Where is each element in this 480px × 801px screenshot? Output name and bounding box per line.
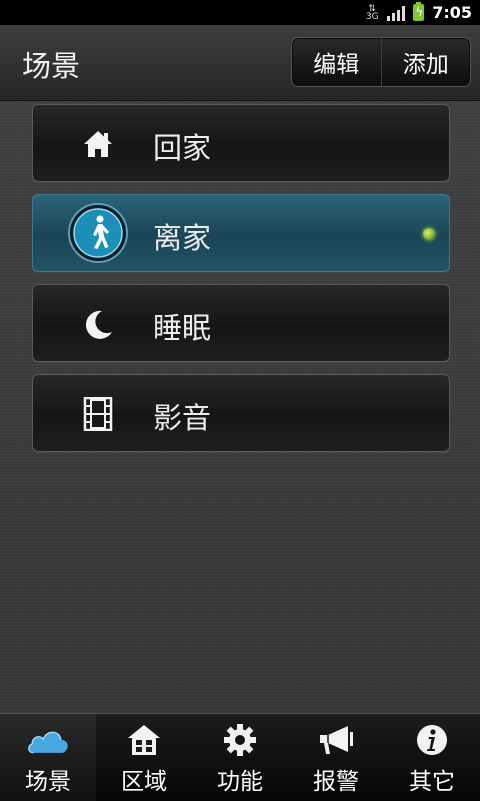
status-bar: ⇅ 3G ϟ 7:05 [0, 0, 480, 25]
header-button-group: 编辑 添加 [291, 37, 471, 87]
home-icon [81, 127, 115, 161]
house-icon [122, 722, 166, 758]
add-button[interactable]: 添加 [380, 38, 471, 86]
scene-item-away[interactable]: 离家 [32, 194, 450, 272]
network-type: 3G [365, 11, 379, 22]
scene-label: 回家 [153, 131, 212, 165]
walking-person-icon [67, 202, 129, 264]
tab-alarm[interactable]: 报警 [288, 714, 384, 801]
scene-item-media[interactable]: 影音 [32, 374, 450, 452]
tab-label: 功能 [217, 769, 263, 795]
scene-label: 影音 [153, 401, 212, 435]
scene-label: 睡眠 [153, 311, 212, 345]
tab-label: 场景 [25, 769, 71, 795]
status-clock: 7:05 [432, 3, 472, 22]
scene-item-sleep[interactable]: 睡眠 [32, 284, 450, 362]
tab-label: 其它 [409, 769, 455, 795]
tab-scenes[interactable]: 场景 [0, 714, 96, 801]
scene-label: 离家 [153, 221, 212, 255]
tab-other[interactable]: 其它 [384, 714, 480, 801]
gear-icon [218, 722, 262, 758]
page-title: 场景 [22, 49, 81, 83]
edit-button[interactable]: 编辑 [292, 38, 381, 86]
info-icon [410, 722, 454, 758]
bottom-tab-bar: 场景 区域 功能 报警 其它 [0, 713, 480, 801]
scene-list: 回家 离家 睡眠 影音 [32, 104, 450, 464]
active-indicator [423, 228, 435, 240]
film-icon [81, 397, 115, 431]
title-bar: 场景 编辑 添加 [0, 25, 480, 101]
tab-label: 报警 [313, 769, 359, 795]
scene-item-home[interactable]: 回家 [32, 104, 450, 182]
megaphone-icon [314, 722, 358, 758]
network-3g-icon: ⇅ 3G [365, 3, 379, 22]
moon-icon [81, 307, 115, 341]
tab-areas[interactable]: 区域 [96, 714, 192, 801]
tab-functions[interactable]: 功能 [192, 714, 288, 801]
signal-icon [387, 5, 406, 21]
cloud-icon [26, 722, 70, 758]
tab-label: 区域 [121, 769, 167, 795]
battery-charging-icon: ϟ [413, 2, 425, 21]
